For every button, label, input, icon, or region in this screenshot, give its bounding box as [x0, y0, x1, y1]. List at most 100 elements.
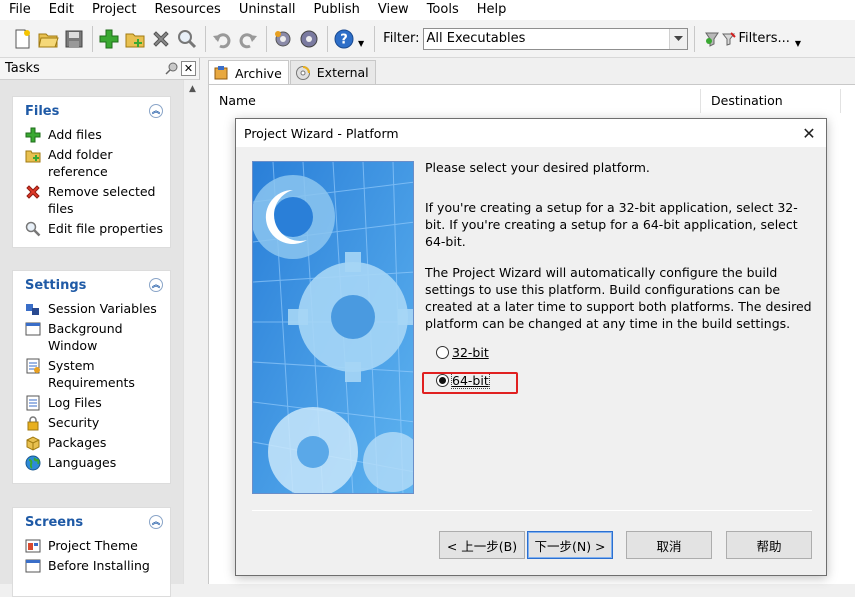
menu-help[interactable]: Help — [468, 0, 516, 20]
menu-tools[interactable]: Tools — [418, 0, 468, 20]
close-icon[interactable]: ✕ — [800, 124, 818, 143]
tasks-scrollbar[interactable]: ▲ — [183, 80, 200, 584]
funnel-red-icon — [721, 31, 736, 46]
svg-text:?: ? — [340, 32, 348, 47]
redo-button[interactable] — [236, 27, 260, 51]
task-system-requirements[interactable]: System Requirements — [13, 356, 170, 393]
menu-publish[interactable]: Publish — [305, 0, 369, 20]
cancel-button[interactable]: 取消 — [626, 531, 712, 559]
toolbar-separator — [374, 25, 376, 52]
menu-edit[interactable]: Edit — [40, 0, 83, 20]
pin-icon[interactable] — [164, 61, 179, 76]
toolbar: ? ▼ Filter: All Executables Filters... ▼ — [0, 20, 855, 58]
gears-illustration — [253, 162, 413, 493]
task-add-files[interactable]: Add files — [13, 125, 170, 145]
next-button[interactable]: 下一步(N) > — [527, 531, 613, 559]
radio-32-bit[interactable]: 32-bit — [436, 345, 489, 360]
search-button[interactable] — [175, 27, 199, 51]
redo-icon — [239, 32, 257, 48]
folder-add-icon — [25, 150, 41, 163]
settings-button[interactable] — [297, 27, 321, 51]
open-folder-icon — [38, 33, 59, 47]
open-project-button[interactable] — [36, 27, 60, 51]
tab-label: External — [316, 65, 369, 80]
task-label: Project Theme — [48, 538, 138, 553]
task-add-folder-reference[interactable]: Add folder reference — [13, 145, 170, 182]
task-project-theme[interactable]: Project Theme — [13, 536, 170, 556]
remove-button[interactable] — [149, 27, 173, 51]
filters-overflow-icon[interactable]: ▼ — [795, 39, 801, 48]
tab-label: Archive — [235, 65, 282, 81]
tasks-pane: Tasks ✕ ▲ Files ︽ Add files Add folder r… — [0, 58, 200, 597]
gear-icon — [300, 30, 318, 47]
column-name[interactable]: Name — [209, 89, 701, 113]
add-folder-button[interactable] — [123, 27, 147, 51]
collapse-chevron-icon[interactable]: ︽ — [149, 515, 163, 529]
tasks-pane-header: Tasks ✕ — [0, 58, 199, 80]
task-background-window[interactable]: Background Window — [13, 319, 170, 356]
settings-group-header[interactable]: Settings ︽ — [13, 271, 170, 299]
task-session-variables[interactable]: Session Variables — [13, 299, 170, 319]
undo-button[interactable] — [210, 27, 234, 51]
log-file-icon — [26, 395, 40, 411]
toolbar-overflow-icon[interactable]: ▼ — [358, 39, 364, 48]
task-security[interactable]: Security — [13, 413, 170, 433]
build-button[interactable] — [271, 27, 295, 51]
back-button[interactable]: < 上一步(B) — [439, 531, 525, 559]
remove-red-x-icon — [26, 185, 40, 199]
globe-icon — [25, 455, 41, 471]
task-remove-selected-files[interactable]: Remove selected files — [13, 182, 170, 219]
collapse-chevron-icon[interactable]: ︽ — [149, 104, 163, 118]
archive-icon — [214, 66, 228, 80]
tab-archive[interactable]: Archive — [208, 60, 289, 85]
requirements-icon — [26, 358, 40, 374]
settings-group: Settings ︽ Session Variables Background … — [12, 270, 171, 484]
menu-project[interactable]: Project — [83, 0, 145, 20]
menu-resources[interactable]: Resources — [145, 0, 229, 20]
screens-group-header[interactable]: Screens ︽ — [13, 508, 170, 536]
package-icon — [26, 436, 40, 451]
column-headers: Name Destination — [209, 89, 855, 113]
task-languages[interactable]: Languages — [13, 453, 170, 473]
filter-dropdown[interactable]: All Executables — [422, 27, 688, 50]
plus-icon — [99, 29, 119, 48]
chevron-down-icon[interactable] — [668, 28, 687, 49]
menu-view[interactable]: View — [369, 0, 418, 20]
task-before-installing[interactable]: Before Installing — [13, 556, 170, 576]
tab-external[interactable]: External — [289, 60, 376, 84]
column-destination[interactable]: Destination — [701, 89, 841, 113]
save-button[interactable] — [62, 27, 86, 51]
toolbar-separator — [205, 25, 206, 52]
close-icon[interactable]: ✕ — [181, 61, 196, 76]
help-button[interactable]: ? — [332, 27, 356, 51]
wizard-paragraph-2: The Project Wizard will automatically co… — [425, 265, 812, 331]
filter-label: Filter: — [383, 31, 420, 46]
help-button[interactable]: 帮助 — [726, 531, 812, 559]
task-edit-file-properties[interactable]: Edit file properties — [13, 219, 170, 239]
disc-icon — [295, 65, 310, 80]
collapse-chevron-icon[interactable]: ︽ — [149, 278, 163, 292]
dialog-title: Project Wizard - Platform — [244, 125, 399, 141]
add-button[interactable] — [97, 27, 121, 51]
remove-x-icon — [153, 30, 169, 47]
menu-uninstall[interactable]: Uninstall — [230, 0, 305, 20]
radio-label-32-bit: 32-bit — [452, 345, 489, 360]
menu-file[interactable]: File — [0, 0, 40, 20]
toolbar-separator — [92, 25, 93, 52]
funnel-icon — [704, 32, 719, 47]
task-packages[interactable]: Packages — [13, 433, 170, 453]
screen-icon — [25, 559, 41, 573]
new-project-button[interactable] — [10, 27, 34, 51]
toolbar-separator — [327, 25, 328, 52]
task-label: Add files — [48, 127, 102, 142]
magnifier-icon — [25, 221, 41, 237]
scroll-up-icon[interactable]: ▲ — [184, 80, 201, 97]
filters-button[interactable]: Filters... ▼ — [704, 29, 801, 48]
files-group-header[interactable]: Files ︽ — [13, 97, 170, 125]
undo-icon — [213, 32, 231, 48]
dialog-divider — [252, 510, 812, 511]
task-log-files[interactable]: Log Files — [13, 393, 170, 413]
tasks-pane-title: Tasks — [5, 61, 40, 76]
window-icon — [25, 322, 41, 336]
radio-button[interactable] — [436, 346, 449, 359]
